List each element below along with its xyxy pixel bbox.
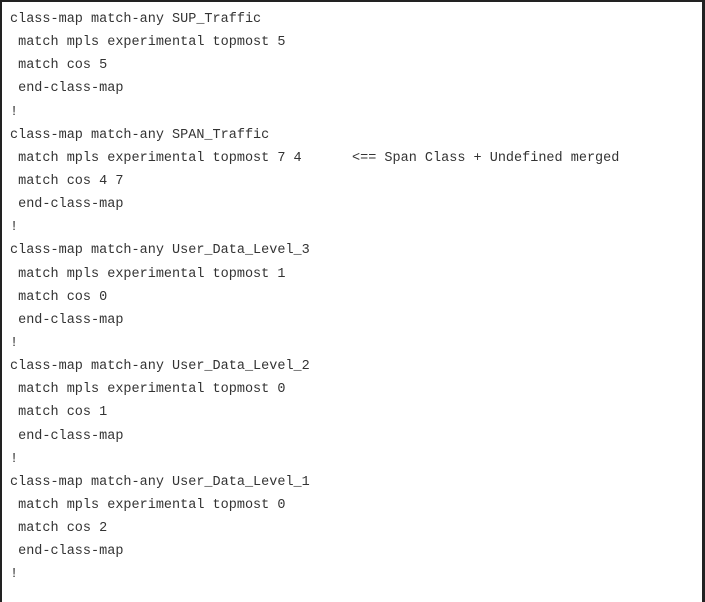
code-line: class-map match-any User_Data_Level_3: [10, 239, 310, 262]
code-line-text: class-map match-any SUP_Traffic: [10, 12, 262, 27]
code-line: match cos 2: [10, 517, 310, 540]
code-line-text: !: [10, 567, 19, 583]
code-line-text: class-map match-any User_Data_Level_2: [10, 359, 310, 375]
code-line: match cos 1: [10, 401, 310, 424]
code-line: match mpls experimental topmost 7 4 <== S…: [10, 147, 619, 170]
code-line: !: [10, 216, 310, 239]
code-line-text: end-class-map: [10, 197, 124, 213]
code-line: end-class-map: [10, 309, 310, 332]
code-line-text: match cos 1: [10, 405, 108, 421]
code-line: match cos 4 7: [10, 170, 310, 193]
code-line: match mpls experimental topmost 0: [10, 494, 310, 517]
code-line: match mpls experimental topmost 5: [10, 31, 310, 54]
code-line: class-map match-any SPAN_Traffic: [10, 124, 310, 147]
code-line-text: end-class-map: [10, 312, 124, 328]
code-line: !: [10, 101, 310, 124]
code-line: end-class-map: [10, 425, 310, 448]
code-line-text: match mpls experimental topmost 0: [10, 382, 286, 398]
code-line-text: match mpls experimental topmost 5: [10, 35, 286, 51]
code-line-text: !: [10, 451, 19, 467]
code-line: !: [10, 563, 310, 586]
code-line: match mpls experimental topmost 0: [10, 378, 310, 401]
code-line: class-map match-any SUP_Traffic: [10, 8, 310, 31]
code-line-text: match mpls experimental topmost 7 4: [10, 150, 302, 166]
code-line: !: [10, 448, 310, 471]
code-line: match mpls experimental topmost 1: [10, 263, 310, 286]
code-line-text: !: [10, 104, 19, 120]
code-line-text: match cos 5: [10, 58, 108, 74]
code-line-text: class-map match-any User_Data_Level_1: [10, 474, 310, 490]
code-line: end-class-map: [10, 193, 310, 216]
code-line-text: end-class-map: [10, 81, 124, 97]
code-line: class-map match-any User_Data_Level_2: [10, 355, 310, 378]
code-line-text: match mpls experimental topmost 0: [10, 497, 286, 513]
code-line: end-class-map: [10, 540, 310, 563]
code-line-text: end-class-map: [10, 544, 124, 560]
code-line-text: !: [10, 335, 19, 351]
code-listing: class-map match-any SUP_Traffic match mp…: [10, 8, 619, 587]
code-comment: <== Span Class + Undefined merged: [352, 150, 620, 166]
code-line-text: class-map match-any User_Data_Level_3: [10, 243, 310, 259]
code-line: match cos 0: [10, 286, 310, 309]
code-line-text: class-map match-any SPAN_Traffic: [10, 127, 270, 143]
code-line-text: match cos 2: [10, 521, 108, 537]
code-line-text: match mpls experimental topmost 1: [10, 266, 286, 282]
code-line-text: end-class-map: [10, 428, 124, 444]
code-line: match cos 5: [10, 54, 310, 77]
code-line: end-class-map: [10, 77, 310, 100]
code-line-text: match cos 4 7: [10, 173, 124, 189]
code-line: !: [10, 332, 310, 355]
code-line-text: !: [10, 220, 19, 236]
code-line: class-map match-any User_Data_Level_1: [10, 471, 310, 494]
code-line-text: match cos 0: [10, 289, 108, 305]
